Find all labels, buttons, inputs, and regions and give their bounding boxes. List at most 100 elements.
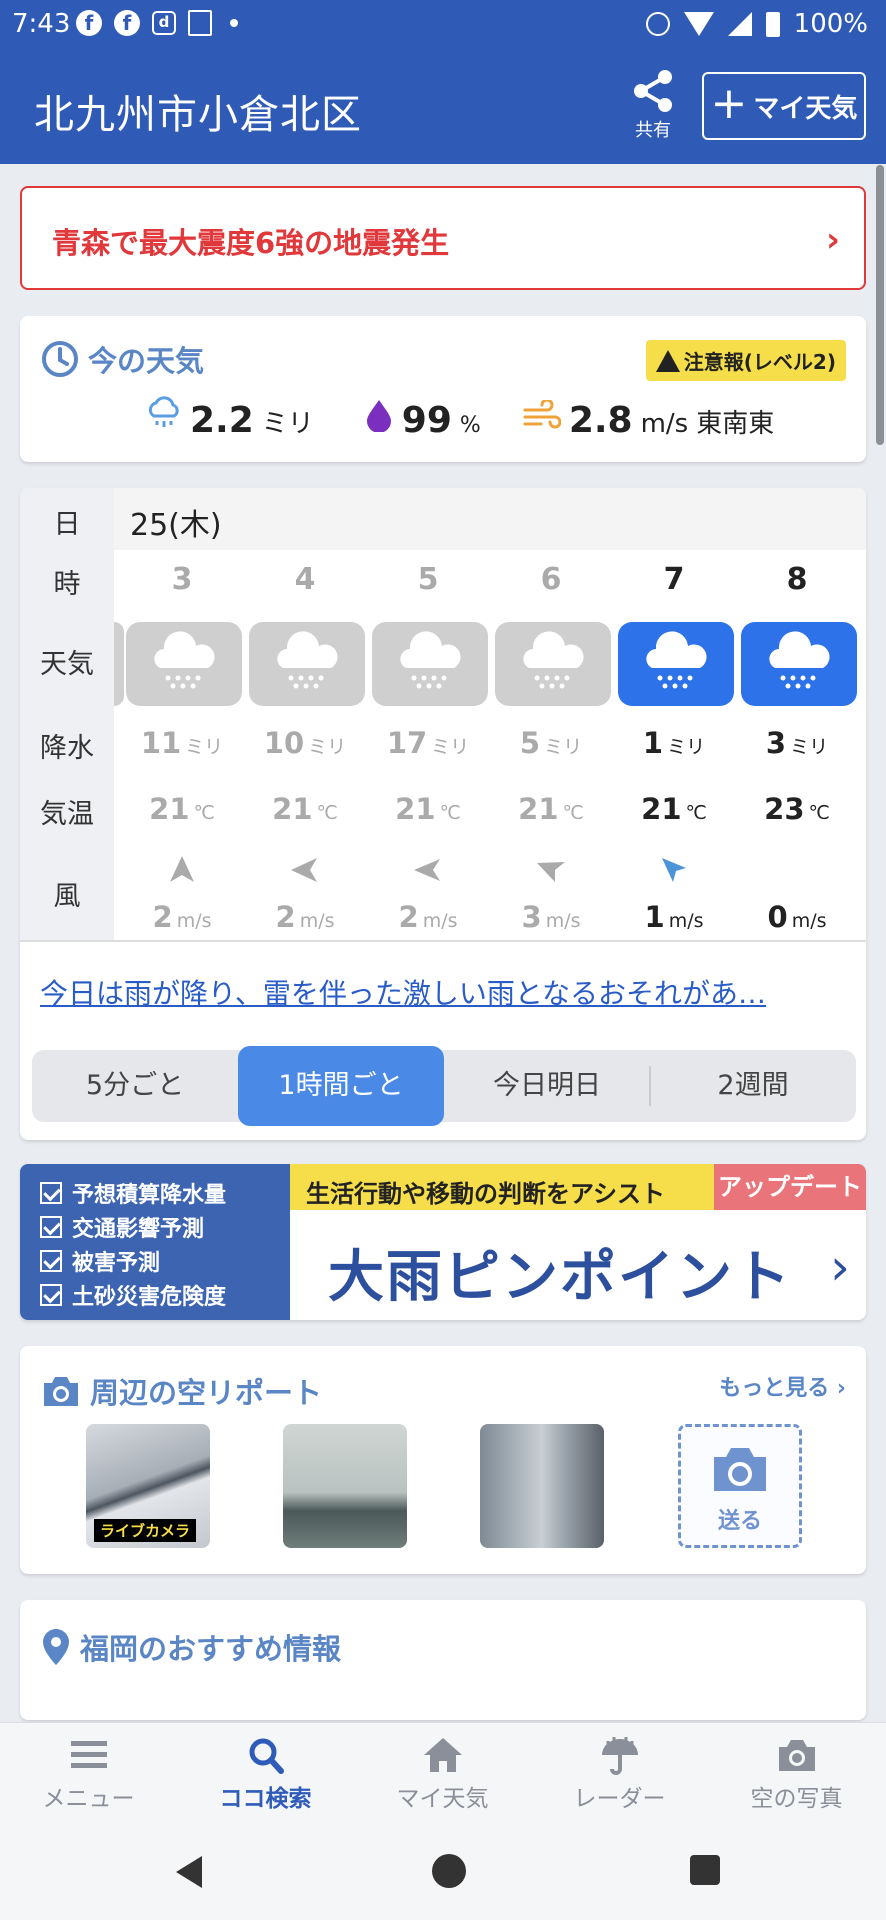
wind-unit: m/s (299, 910, 335, 932)
label-wind: 風 (53, 881, 81, 912)
recommend-title: 福岡のおすすめ情報 (80, 1632, 342, 1666)
precip-unit: ミリ (790, 736, 829, 758)
precip-unit: ミリ (544, 736, 583, 758)
feature-item: 予想積算降水量 (40, 1176, 290, 1210)
wind-speed: 2 (152, 900, 173, 934)
hour-value: 8 (786, 562, 808, 597)
system-navigation-bar (0, 1824, 886, 1920)
feature-label: 交通影響予測 (72, 1217, 205, 1242)
sky-report-card: 周辺の空リポート もっと見る › ライブカメラ 送る (20, 1346, 866, 1574)
tab-hourly[interactable]: 1時間ごと (238, 1046, 444, 1126)
live-camera-thumbnail[interactable]: ライブカメラ (86, 1424, 210, 1548)
promo-tagline: 生活行動や移動の判断をアシスト (290, 1164, 714, 1210)
see-more-label: もっと見る (719, 1376, 830, 1401)
see-more-link[interactable]: もっと見る › (719, 1370, 846, 1402)
camera-icon (714, 1448, 766, 1491)
heavy-rain-icon (372, 622, 488, 706)
temperature: 23 (764, 792, 805, 826)
back-icon[interactable] (176, 1856, 202, 1888)
precip-amount: 1 (642, 726, 664, 760)
menu-icon (70, 1741, 107, 1768)
hour-column[interactable]: 5 17 ミリ 21 ℃ 2 m/s (370, 488, 488, 940)
humidity-drop-icon (366, 400, 391, 432)
map-pin-icon (43, 1629, 69, 1665)
earthquake-alert-banner[interactable]: 青森で最大震度6強の地震発生 › (20, 186, 866, 290)
send-label: 送る (717, 1509, 762, 1534)
precip-value: 2.2 (190, 400, 254, 441)
search-icon (249, 1738, 284, 1774)
temp-unit: ℃ (562, 802, 584, 824)
radar-umbrella-icon (601, 1737, 638, 1775)
divider (20, 940, 866, 942)
nav-sky-photo[interactable]: 空の写真 (708, 1735, 885, 1813)
dmenu-notification-icon (188, 10, 212, 36)
wind-icon (523, 400, 561, 429)
tab-5min[interactable]: 5分ごと (32, 1050, 238, 1122)
heavy-rain-icon (249, 622, 365, 706)
interval-tabs: 5分ごと 1時間ごと 今日明日 2週間 (32, 1046, 856, 1126)
wind-direction-arrow-icon (537, 862, 565, 882)
wind-direction: 東南東 (696, 409, 775, 439)
nav-my-weather[interactable]: マイ天気 (354, 1735, 531, 1813)
warning-label: 注意報(レベル2) (683, 350, 836, 374)
heavy-rain-icon (126, 622, 242, 706)
forecast-summary-link[interactable]: 今日は雨が降り、雷を伴った激しい雨となるおそれがあ… (40, 972, 860, 1012)
wind-direction-arrow-icon (291, 858, 317, 882)
temperature: 21 (395, 792, 436, 826)
hour-column[interactable]: 4 10 ミリ 21 ℃ 2 m/s (247, 488, 365, 940)
tab-today-tomorrow[interactable]: 今日明日 (444, 1050, 650, 1122)
precip-unit: ミリ (261, 409, 314, 439)
wind-direction-arrow-icon (170, 856, 194, 882)
humidity-unit: % (459, 413, 481, 438)
humidity-value: 99 (401, 400, 452, 441)
wind-direction-arrow-icon (662, 858, 686, 882)
temp-unit: ℃ (193, 802, 215, 824)
clock-icon (42, 341, 78, 377)
temperature: 21 (149, 792, 190, 826)
hour-column[interactable]: 6 5 ミリ 21 ℃ 3 m/s (493, 488, 611, 940)
send-photo-button[interactable]: 送る (678, 1424, 802, 1548)
facebook-notification-icon: f (76, 10, 102, 36)
temp-unit: ℃ (685, 802, 707, 824)
rain-cloud-icon (148, 396, 179, 427)
precip-amount: 10 (263, 726, 305, 760)
precip-unit: ミリ (185, 736, 224, 758)
warning-icon (655, 349, 680, 372)
wind-value: 2.8 (568, 400, 633, 441)
label-day: 日 (53, 509, 81, 540)
hour-column-current[interactable]: 7 1 ミリ 21 ℃ 1 m/s (616, 488, 734, 940)
chevron-right-icon: › (825, 220, 840, 260)
heavy-rain-pinpoint-banner[interactable]: 予想積算降水量 交通影響予測 被害予測 土砂災害危険度 生活行動や移動の判断をア… (20, 1164, 866, 1320)
recent-apps-icon[interactable] (690, 1855, 720, 1885)
warning-badge[interactable]: 注意報(レベル2) (645, 340, 846, 381)
wifi-icon (683, 12, 714, 36)
chevron-right-icon: › (830, 1238, 850, 1296)
nav-my-weather-label: マイ天気 (396, 1786, 489, 1812)
wind-speed: 0 (767, 900, 788, 934)
wind-unit: m/s (640, 409, 689, 439)
hour-value: 5 (417, 562, 439, 597)
temp-unit: ℃ (808, 802, 830, 824)
temperature: 21 (641, 792, 682, 826)
tab-2weeks[interactable]: 2週間 (650, 1050, 856, 1122)
nav-menu[interactable]: メニュー (0, 1735, 177, 1813)
sky-photo-thumbnail[interactable] (283, 1424, 407, 1548)
nav-search[interactable]: ココ検索 (177, 1735, 354, 1813)
alarm-icon (645, 12, 670, 36)
sky-photo-thumbnail[interactable] (480, 1424, 604, 1548)
battery-percent: 100% (793, 9, 868, 39)
nav-search-label: ココ検索 (219, 1786, 312, 1812)
home-button-icon[interactable] (432, 1854, 466, 1888)
add-my-weather-button[interactable]: + マイ天気 (702, 72, 866, 140)
hour-column[interactable]: 3 11 ミリ 21 ℃ 2 m/s (124, 488, 242, 940)
share-button[interactable]: 共有 (625, 68, 681, 142)
feature-list: 予想積算降水量 交通影響予測 被害予測 土砂災害危険度 (20, 1164, 290, 1320)
hour-column[interactable]: 8 3 ミリ 23 ℃ 0 m/s (739, 488, 857, 940)
scrollbar[interactable] (876, 165, 884, 445)
nav-radar[interactable]: レーダー (531, 1735, 708, 1813)
hour-value: 7 (663, 562, 685, 597)
previous-weather-cell (114, 622, 124, 706)
current-weather-card: 今の天気 注意報(レベル2) 2.2 ミリ 99 % 2.8 m/s 東南東 (20, 316, 866, 462)
app-header: 北九州市小倉北区 共有 + マイ天気 (0, 48, 886, 164)
wind-speed: 2 (398, 900, 419, 934)
